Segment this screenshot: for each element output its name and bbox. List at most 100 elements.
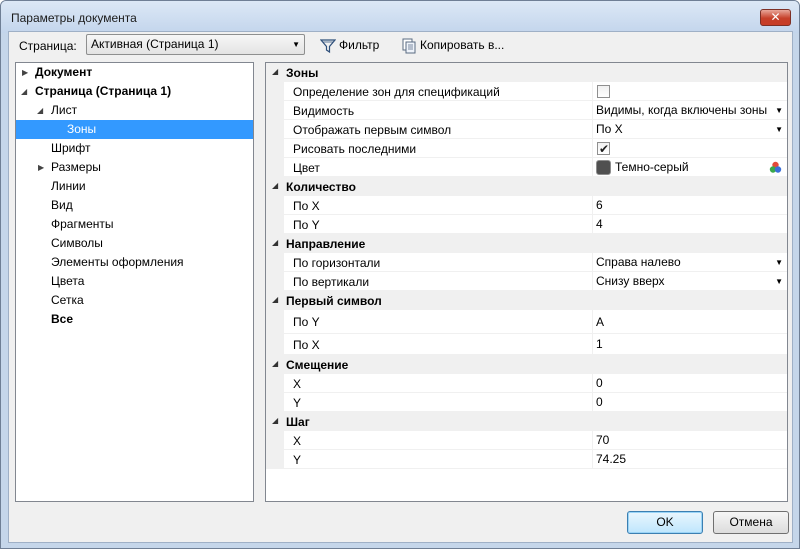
dropdown-arrow-icon[interactable]: ▼ [775, 101, 783, 120]
property-name: По горизонтали [293, 256, 381, 270]
property-row[interactable]: Рисовать последними ✔ [266, 139, 787, 158]
expand-arrow-icon[interactable]: ▶ [38, 158, 44, 177]
tree-item-fragments[interactable]: Фрагменты [16, 215, 253, 234]
property-row[interactable]: По Y 4 [266, 215, 787, 234]
tree-item-document[interactable]: ▶ Документ [16, 63, 253, 82]
property-row[interactable]: По X 6 [266, 196, 787, 215]
category-first-symbol[interactable]: ◢ Первый символ [266, 291, 787, 310]
expand-arrow-icon[interactable]: ▶ [22, 63, 28, 82]
close-button[interactable]: ✕ [760, 9, 791, 26]
tree-item-font[interactable]: Шрифт [16, 139, 253, 158]
first-symbol-y-field[interactable]: А [592, 310, 787, 334]
tree-item-symbols[interactable]: Символы [16, 234, 253, 253]
collapse-arrow-icon[interactable]: ◢ [272, 295, 278, 304]
step-x-field[interactable]: 70 [592, 431, 787, 450]
dropdown-arrow-icon[interactable]: ▼ [775, 120, 783, 139]
category-label: Количество [286, 180, 356, 194]
property-grid[interactable]: ◢ Зоны Определение зон для спецификаций … [265, 62, 788, 502]
property-value: 0 [596, 395, 603, 409]
offset-y-field[interactable]: 0 [592, 393, 787, 412]
property-row[interactable]: Цвет Темно-серый [266, 158, 787, 177]
copy-to-label: Копировать в... [420, 38, 505, 52]
property-value: Справа налево [596, 255, 681, 269]
property-name: По X [293, 338, 320, 352]
category-zones[interactable]: ◢ Зоны [266, 63, 787, 82]
property-row[interactable]: Y 74.25 [266, 450, 787, 469]
offset-x-field[interactable]: 0 [592, 374, 787, 393]
property-row[interactable]: Отображать первым символ По X ▼ [266, 120, 787, 139]
tree-item-label: Шрифт [51, 141, 91, 155]
collapse-arrow-icon[interactable]: ◢ [272, 238, 278, 247]
category-count[interactable]: ◢ Количество [266, 177, 787, 196]
tree-item-page[interactable]: ◢ Страница (Страница 1) [16, 82, 253, 101]
tree-item-label: Страница (Страница 1) [35, 84, 172, 98]
tree-item-dimensions[interactable]: ▶ Размеры [16, 158, 253, 177]
dropdown-arrow-icon[interactable]: ▼ [775, 272, 783, 291]
property-name: X [293, 377, 302, 391]
color-picker[interactable]: Темно-серый [592, 158, 787, 177]
category-direction[interactable]: ◢ Направление [266, 234, 787, 253]
collapse-arrow-icon[interactable]: ◢ [272, 67, 278, 76]
title-bar: Параметры документа ✕ [1, 1, 799, 33]
zones-spec-checkbox[interactable] [597, 85, 610, 98]
property-name: По Y [293, 218, 320, 232]
property-value: Видимы, когда включены зоны [596, 103, 768, 117]
first-symbol-dropdown[interactable]: По X ▼ [592, 120, 787, 139]
tree-item-lines[interactable]: Линии [16, 177, 253, 196]
property-value: 74.25 [596, 452, 627, 466]
filter-label: Фильтр [339, 38, 380, 52]
horizontal-direction-dropdown[interactable]: Справа налево ▼ [592, 253, 787, 272]
collapse-arrow-icon[interactable]: ◢ [21, 82, 27, 101]
property-row[interactable]: X 0 [266, 374, 787, 393]
tree-item-zones[interactable]: Зоны [16, 120, 253, 139]
property-name: По X [293, 199, 320, 213]
tree-item-label: Вид [51, 198, 73, 212]
first-symbol-x-field[interactable]: 1 [592, 334, 787, 355]
copy-icon [402, 38, 416, 54]
tree-item-colors[interactable]: Цвета [16, 272, 253, 291]
tree-item-label: Цвета [51, 274, 85, 288]
count-y-field[interactable]: 4 [592, 215, 787, 234]
tree-item-label: Лист [51, 103, 78, 117]
visibility-dropdown[interactable]: Видимы, когда включены зоны ▼ [592, 101, 787, 120]
filter-button[interactable]: Фильтр [320, 35, 379, 55]
draw-last-checkbox[interactable]: ✔ [597, 142, 610, 156]
tree-item-view[interactable]: Вид [16, 196, 253, 215]
property-row[interactable]: X 70 [266, 431, 787, 450]
property-name: Рисовать последними [293, 142, 417, 156]
collapse-arrow-icon[interactable]: ◢ [272, 416, 278, 425]
property-row[interactable]: Y 0 [266, 393, 787, 412]
window-title: Параметры документа [11, 11, 137, 25]
property-row[interactable]: По горизонтали Справа налево ▼ [266, 253, 787, 272]
property-row[interactable]: По X 1 [266, 334, 787, 355]
tree-item-grid[interactable]: Сетка [16, 291, 253, 310]
count-x-field[interactable]: 6 [592, 196, 787, 215]
palette-icon[interactable] [769, 161, 782, 174]
chevron-down-icon: ▼ [292, 40, 300, 49]
category-offset[interactable]: ◢ Смещение [266, 355, 787, 374]
property-value: 1 [596, 337, 603, 351]
tree-item-design-elements[interactable]: Элементы оформления [16, 253, 253, 272]
filter-icon [320, 39, 336, 53]
vertical-direction-dropdown[interactable]: Снизу вверх ▼ [592, 272, 787, 291]
page-select[interactable]: Активная (Страница 1) ▼ [86, 34, 305, 55]
copy-to-button[interactable]: Копировать в... [401, 35, 504, 55]
tree-item-label: Документ [35, 65, 93, 79]
ok-button[interactable]: OK [627, 511, 703, 534]
collapse-arrow-icon[interactable]: ◢ [272, 181, 278, 190]
property-row[interactable]: По Y А [266, 310, 787, 334]
collapse-arrow-icon[interactable]: ◢ [37, 101, 43, 120]
step-y-field[interactable]: 74.25 [592, 450, 787, 469]
tree-item-all[interactable]: Все [16, 310, 253, 329]
property-value: А [596, 315, 605, 329]
collapse-arrow-icon[interactable]: ◢ [272, 359, 278, 368]
category-step[interactable]: ◢ Шаг [266, 412, 787, 431]
settings-tree[interactable]: ▶ Документ ◢ Страница (Страница 1) ◢ Лис… [15, 62, 254, 502]
property-name: По Y [293, 315, 320, 329]
property-row[interactable]: По вертикали Снизу вверх ▼ [266, 272, 787, 291]
property-row[interactable]: Видимость Видимы, когда включены зоны ▼ [266, 101, 787, 120]
property-row[interactable]: Определение зон для спецификаций [266, 82, 787, 101]
dropdown-arrow-icon[interactable]: ▼ [775, 253, 783, 272]
tree-item-sheet[interactable]: ◢ Лист [16, 101, 253, 120]
cancel-button[interactable]: Отмена [713, 511, 789, 534]
